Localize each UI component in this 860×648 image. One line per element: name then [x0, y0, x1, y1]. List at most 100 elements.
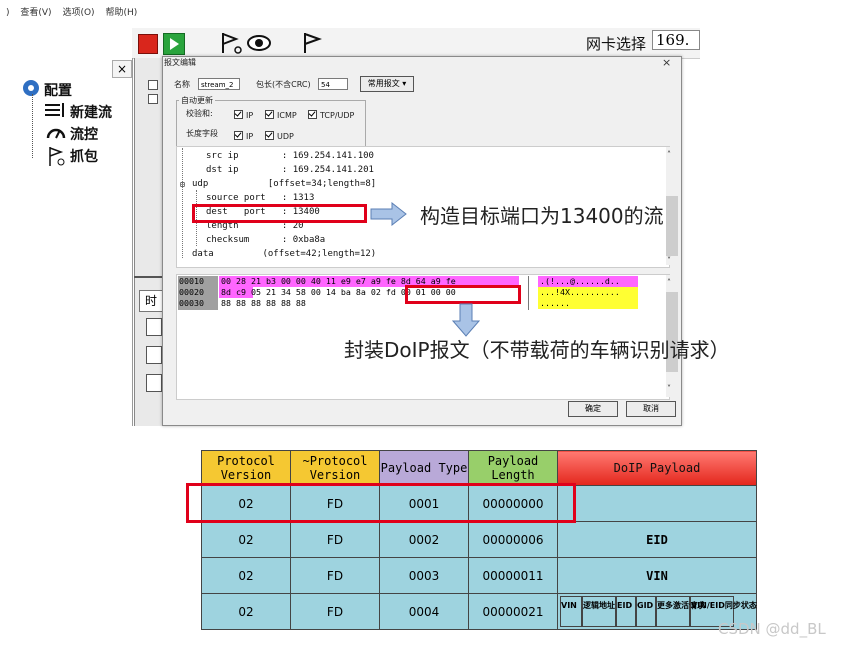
menu-bar: ) 查看(V) 选项(O) 帮助(H) [0, 0, 700, 26]
checksum-ip-label: IP [246, 111, 254, 120]
table-row: 02 FD 0003 00000011 VIN [201, 557, 757, 594]
lenfield-ip-checkbox[interactable]: IP [234, 131, 253, 141]
flag-icon[interactable] [218, 31, 244, 55]
cancel-button[interactable]: 取消 [626, 401, 676, 417]
checksum-icmp-label: ICMP [277, 111, 297, 120]
dialog-title: 报文编辑 [164, 58, 196, 67]
tree-row[interactable]: data (offset=42;length=12) [192, 249, 376, 259]
list-item[interactable] [146, 346, 162, 364]
list-item[interactable] [146, 374, 162, 392]
tree-row[interactable]: checksum : 0xba8a [206, 235, 325, 245]
tree-row[interactable]: udp [offset=34;length=8] [192, 179, 376, 189]
doip-bytes-highlight [405, 285, 521, 304]
table-cell: 00000021 [468, 593, 558, 630]
port-annotation: 构造目标端口为13400的流 [420, 204, 664, 228]
row-highlight [186, 483, 576, 523]
menu-item-help[interactable]: 帮助(H) [105, 8, 137, 18]
table-row: 02 FD 0002 00000006 EID [201, 521, 757, 558]
list-item[interactable] [146, 318, 162, 336]
scroll-down-icon[interactable]: ˅ [667, 384, 671, 393]
tree-scroll-thumb[interactable] [666, 196, 678, 256]
config-tree-panel [0, 58, 133, 426]
table-cell: 0004 [379, 593, 469, 630]
eye-icon[interactable] [246, 33, 272, 53]
table-cell: 00000011 [468, 557, 558, 594]
table-cell: 00000006 [468, 521, 558, 558]
length-label: 包长(不含CRC) [256, 80, 311, 89]
time-column-tab[interactable]: 时 [139, 290, 163, 312]
scroll-up-icon[interactable]: ˄ [667, 150, 671, 159]
expand-toggle-icon[interactable]: ⊟ [180, 180, 185, 189]
hex-ascii: .(!...@......d.. [540, 276, 620, 286]
tree-item-config[interactable]: 配置 [44, 80, 72, 100]
table-cell: 0003 [379, 557, 469, 594]
subfield: 更多激活请求 [656, 596, 705, 627]
panel-close-button[interactable]: × [112, 60, 132, 78]
lenfield-udp-label: UDP [277, 132, 294, 141]
checksum-icmp-checkbox[interactable]: ICMP [265, 110, 297, 120]
table-cell [557, 485, 757, 522]
col-payload-length: Payload Length [468, 450, 558, 486]
capture-icon [49, 147, 65, 166]
arrow-right-icon [370, 202, 407, 226]
name-label: 名称 [174, 80, 190, 89]
menu-item-options[interactable]: 选项(O) [62, 8, 94, 18]
checksum-ip-checkbox[interactable]: IP [234, 110, 253, 120]
play-button[interactable] [163, 33, 185, 55]
arrow-down-icon [452, 303, 480, 337]
tree-item-capture[interactable]: 抓包 [70, 146, 98, 166]
common-packet-button[interactable]: 常用报文 ▾ [360, 76, 414, 92]
subfield: GID [636, 596, 656, 627]
auto-update-label: 自动更新 [179, 95, 215, 106]
dialog-close-button[interactable]: × [662, 56, 671, 69]
checksum-tcpudp-label: TCP/UDP [320, 111, 355, 120]
subfield: EID [616, 596, 636, 627]
nic-select-label: 网卡选择 [586, 35, 647, 53]
hex-offset: 00010 [179, 276, 204, 286]
new-stream-icon [45, 103, 64, 117]
tree-row[interactable]: dst ip : 169.254.141.201 [206, 165, 374, 175]
dest-port-highlight [192, 204, 367, 223]
menu-item-view[interactable]: 查看(V) [20, 8, 51, 18]
col-doip-payload: DoIP Payload [557, 450, 757, 486]
stream-checkbox[interactable] [148, 80, 158, 90]
subfield: 逻辑地址 [582, 596, 616, 627]
scroll-up-icon[interactable]: ˄ [667, 278, 671, 287]
hex-ascii: ...!4X.......... [540, 287, 620, 297]
gauge-icon [46, 128, 66, 139]
hex-bytes[interactable]: 88 88 88 88 88 88 [221, 298, 306, 309]
table-cell: VIN [557, 557, 757, 594]
tree-item-flow-control[interactable]: 流控 [70, 124, 98, 144]
table-cell: FD [290, 557, 380, 594]
table-cell: FD [290, 521, 380, 558]
table-cell: EID [557, 521, 757, 558]
hex-offset: 00030 [179, 298, 204, 308]
config-icon [23, 80, 39, 96]
lenfield-udp-checkbox[interactable]: UDP [265, 131, 294, 141]
tree-guide [182, 148, 184, 258]
name-input[interactable]: stream_2 [198, 78, 240, 90]
table-cell: 02 [201, 557, 291, 594]
subfield: VIN [560, 596, 582, 627]
stream-checkbox[interactable] [148, 94, 158, 104]
capture-flag-icon[interactable] [300, 31, 324, 55]
ok-button[interactable]: 确定 [568, 401, 618, 417]
doip-header-table: Protocol Version ~Protocol Version Paylo… [201, 450, 757, 630]
stream-list-panel [134, 58, 163, 426]
tree-item-new-stream[interactable]: 新建流 [70, 102, 112, 122]
menu-item-cut[interactable]: ) [6, 8, 10, 18]
scroll-down-icon[interactable]: ˅ [667, 256, 671, 265]
col-protocol-version: Protocol Version [201, 450, 291, 486]
hex-divider [528, 276, 529, 310]
hex-ascii: ...... [540, 298, 570, 308]
table-cell: 02 [201, 521, 291, 558]
tree-row[interactable]: src ip : 169.254.141.100 [206, 151, 374, 161]
tree-row[interactable]: source port : 1313 [206, 193, 314, 203]
table-cell: 02 [201, 593, 291, 630]
col-payload-type: Payload Type [379, 450, 469, 486]
checksum-tcpudp-checkbox[interactable]: TCP/UDP [308, 110, 354, 120]
nic-select-input[interactable]: 169. [652, 30, 700, 50]
splitter[interactable] [134, 276, 162, 278]
stop-button[interactable] [138, 34, 158, 54]
length-input[interactable]: 54 [318, 78, 348, 90]
